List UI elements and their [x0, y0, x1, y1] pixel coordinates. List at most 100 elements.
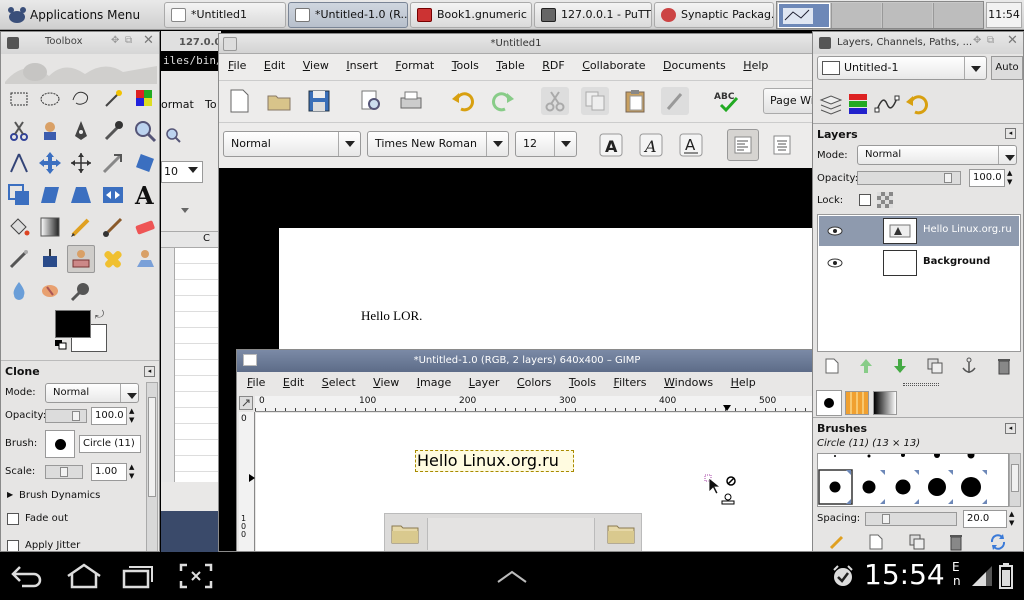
menu-rdf[interactable]: RDF: [535, 55, 571, 77]
heal-icon[interactable]: [100, 246, 126, 272]
tab-menu-icon[interactable]: ◂: [144, 366, 155, 377]
new-brush-icon[interactable]: [869, 534, 883, 550]
image-canvas[interactable]: Hello Linux.org.ru: [256, 413, 815, 551]
bold-icon[interactable]: A: [597, 131, 625, 159]
menu-colors[interactable]: Colors: [510, 372, 558, 394]
edit-brush-icon[interactable]: [829, 534, 845, 550]
task-synaptic[interactable]: Synaptic Packag...: [654, 2, 774, 28]
swap-colors-icon[interactable]: ⤾: [95, 308, 104, 322]
horizontal-ruler[interactable]: 0 100 200 300 400 500: [255, 396, 815, 412]
menu-insert[interactable]: Insert: [339, 55, 385, 77]
open-folder-icon[interactable]: [265, 87, 293, 115]
path-bar[interactable]: [427, 518, 595, 550]
menu-edit[interactable]: Edit: [276, 372, 311, 394]
menu-file[interactable]: File: [240, 372, 272, 394]
layers-tab-icon[interactable]: [817, 90, 845, 118]
default-colors-icon[interactable]: [55, 340, 67, 350]
text-layer-boundary[interactable]: Hello Linux.org.ru: [415, 450, 574, 472]
lock-pixels-checkbox[interactable]: [859, 194, 871, 206]
anchor-layer-icon[interactable]: [961, 357, 977, 375]
paths-tab-icon[interactable]: [873, 90, 901, 118]
chevron-down-icon[interactable]: [188, 167, 198, 173]
blend-icon[interactable]: [37, 214, 63, 240]
style-select[interactable]: Normal: [223, 131, 361, 157]
home-icon[interactable]: [64, 562, 104, 590]
menu-image[interactable]: Image: [410, 372, 458, 394]
font-select[interactable]: Times New Roman: [367, 131, 509, 157]
ruler-corner-button[interactable]: [239, 396, 253, 410]
scissors-select-icon[interactable]: [6, 118, 32, 144]
gradients-tab-icon[interactable]: [873, 391, 897, 415]
close-icon[interactable]: ✕: [1007, 33, 1018, 48]
print-preview-icon[interactable]: [357, 87, 385, 115]
tool-options-scrollbar[interactable]: [146, 382, 158, 551]
layer-mode-select[interactable]: Normal: [857, 145, 1017, 165]
tab-menu-icon[interactable]: ◂: [1005, 423, 1016, 434]
pencil-icon[interactable]: [68, 214, 94, 240]
apply-jitter-checkbox[interactable]: [7, 540, 19, 551]
copy-icon[interactable]: [581, 87, 609, 115]
lower-layer-icon[interactable]: [893, 358, 907, 374]
layer-row[interactable]: Background: [819, 248, 1019, 278]
scale-input[interactable]: 1.00: [91, 463, 127, 481]
task-gnumeric[interactable]: Book1.gnumeric ...: [410, 2, 532, 28]
shear-icon[interactable]: [37, 182, 63, 208]
undo-history-tab-icon[interactable]: [903, 90, 931, 118]
free-select-icon[interactable]: [68, 86, 94, 112]
vertical-ruler[interactable]: 0 100: [239, 412, 255, 551]
gnumeric-zoom-icon[interactable]: [165, 127, 181, 143]
move-icon[interactable]: [37, 150, 63, 176]
align-left-icon[interactable]: [727, 129, 759, 161]
dodge-burn-icon[interactable]: [68, 278, 94, 304]
rect-select-icon[interactable]: [6, 86, 32, 112]
spacing-spin-icon[interactable]: ▲ ▼: [1009, 510, 1019, 528]
spellcheck-icon[interactable]: ABC: [713, 87, 741, 115]
brushes-tab-icon[interactable]: [816, 390, 842, 416]
clone-icon[interactable]: [67, 245, 95, 273]
ink-icon[interactable]: [37, 246, 63, 272]
workspace-3[interactable]: [882, 3, 932, 28]
spacing-slider[interactable]: [865, 512, 957, 526]
rotate-icon[interactable]: [132, 150, 158, 176]
menu-view[interactable]: View: [366, 372, 406, 394]
foreground-select-icon[interactable]: [37, 118, 63, 144]
pin-icon[interactable]: ✥: [973, 35, 981, 46]
brushes-grid[interactable]: [817, 451, 1009, 507]
delete-layer-icon[interactable]: [997, 357, 1011, 375]
restore-icon[interactable]: ⧉: [987, 35, 994, 46]
status-time[interactable]: 15:54: [864, 558, 945, 591]
eye-visibility-icon[interactable]: [827, 257, 843, 269]
format-painter-icon[interactable]: [661, 87, 689, 115]
color-picker-icon[interactable]: [100, 118, 126, 144]
perspective-icon[interactable]: [68, 182, 94, 208]
menu-format[interactable]: Format: [388, 55, 441, 77]
menu-select[interactable]: Select: [315, 372, 363, 394]
menu-tools[interactable]: Tools: [562, 372, 603, 394]
layer-name[interactable]: Background: [923, 256, 990, 267]
opacity-spin-icon[interactable]: ▲ ▼: [129, 407, 139, 425]
folder-icon[interactable]: [391, 521, 419, 545]
italic-icon[interactable]: A: [637, 131, 665, 159]
paths-icon[interactable]: [68, 118, 94, 144]
layer-opacity-spin-icon[interactable]: ▲ ▼: [1007, 169, 1017, 187]
print-icon[interactable]: [397, 87, 425, 115]
workspace-1[interactable]: [778, 3, 830, 28]
perspective-clone-icon[interactable]: [132, 246, 158, 272]
panel-clock[interactable]: 11:54: [986, 2, 1022, 28]
bucket-fill-icon[interactable]: [6, 214, 32, 240]
save-icon[interactable]: [305, 87, 333, 115]
wilber-drop-area[interactable]: [5, 56, 157, 84]
expander-arrow-icon[interactable]: ▶: [7, 490, 13, 499]
workspace-pager[interactable]: [776, 1, 984, 29]
blur-icon[interactable]: [6, 278, 32, 304]
scale-slider[interactable]: [45, 465, 83, 479]
menu-collaborate[interactable]: Collaborate: [575, 55, 652, 77]
paintbrush-icon[interactable]: [100, 214, 126, 240]
layer-row[interactable]: Hello Linux.org.ru: [819, 216, 1019, 246]
text-icon[interactable]: A: [132, 181, 158, 210]
duplicate-layer-icon[interactable]: [927, 358, 943, 374]
raise-layer-icon[interactable]: [859, 358, 873, 374]
screenshot-icon[interactable]: [178, 562, 214, 590]
menu-windows[interactable]: Windows: [657, 372, 720, 394]
layer-name[interactable]: Hello Linux.org.ru: [923, 224, 1012, 235]
